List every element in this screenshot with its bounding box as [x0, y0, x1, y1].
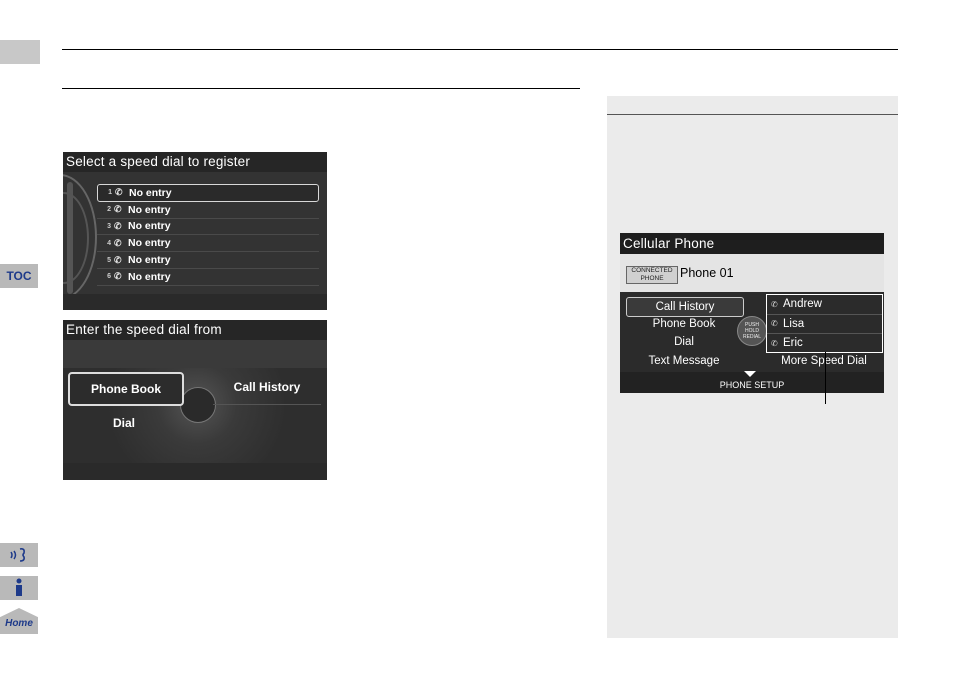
chevron-down-icon[interactable] [744, 371, 756, 377]
row-label: No entry [128, 220, 171, 233]
phone-icon: ✆ [115, 187, 123, 198]
phone-icon: ✆ [771, 299, 778, 309]
speed-dial-list: 1 ✆ No entry 2 ✆ No entry 3 ✆ No entry 4 ✆ No en… [97, 184, 319, 286]
header-rule [62, 49, 898, 50]
speed-dial-name: Lisa [783, 317, 805, 330]
phone-icon: ✆ [771, 319, 778, 329]
home-button[interactable]: Home [0, 608, 38, 634]
row-number: 3 [107, 222, 111, 230]
divider [213, 404, 321, 405]
info-button[interactable] [0, 576, 38, 600]
row-label: No entry [128, 270, 171, 283]
screen-title: Cellular Phone [620, 233, 884, 254]
speed-dial-row[interactable]: 4 ✆ No entry [97, 235, 319, 253]
speed-dial-list: ✆ Andrew ✆ Lisa ✆ Eric [766, 294, 883, 353]
cellular-phone-screen: Cellular Phone CONNECTED PHONE Phone 01 … [620, 233, 884, 393]
speed-dial-entry[interactable]: ✆ Andrew [767, 295, 882, 315]
screen-title: Enter the speed dial from [63, 320, 327, 340]
screen-footer [63, 294, 327, 310]
row-number: 5 [107, 256, 111, 264]
voice-command-icon [10, 548, 25, 562]
phone-book-button[interactable]: Phone Book [68, 372, 184, 406]
phone-name: Phone 01 [680, 266, 734, 280]
row-number: 6 [107, 273, 111, 281]
phone-icon: ✆ [771, 338, 778, 348]
toc-button[interactable]: TOC [0, 264, 38, 288]
phone-book-button[interactable]: Phone Book [626, 315, 742, 333]
screen-title: Select a speed dial to register [63, 152, 327, 172]
speed-dial-name: Eric [783, 337, 803, 350]
phone-icon: ✆ [114, 237, 122, 248]
call-history-button[interactable]: Call History [213, 372, 321, 402]
row-label: No entry [128, 254, 171, 267]
phone-icon: ✆ [114, 271, 122, 282]
chapter-tab [0, 40, 40, 64]
notes-panel-rule [607, 114, 898, 115]
more-speed-dial-button[interactable]: More Speed Dial [766, 352, 882, 370]
callout-line [825, 352, 826, 404]
speed-dial-name: Andrew [783, 298, 822, 311]
phone-icon: ✆ [114, 204, 122, 215]
phone-setup-link[interactable]: PHONE SETUP [620, 380, 884, 390]
connected-phone-badge: CONNECTED PHONE [626, 266, 678, 284]
speed-dial-entry[interactable]: ✆ Eric [767, 334, 882, 353]
speed-dial-select-screen: Select a speed dial to register 1 ✆ No ent… [63, 152, 327, 310]
row-number: 1 [108, 189, 112, 197]
speed-dial-row[interactable]: 6 ✆ No entry [97, 269, 319, 286]
toc-label: TOC [6, 269, 32, 283]
section-rule [62, 88, 580, 89]
speed-dial-row[interactable]: 1 ✆ No entry [97, 184, 319, 202]
speed-dial-source-screen: Enter the speed dial from Phone Book Cal… [63, 320, 327, 480]
row-label: No entry [128, 237, 171, 250]
home-label: Home [5, 617, 33, 629]
info-icon [16, 578, 22, 596]
speed-dial-row[interactable]: 3 ✆ No entry [97, 219, 319, 236]
redial-label: PUSH HOLD REDIAL [742, 322, 762, 340]
screen-footer [63, 463, 327, 480]
row-label: No entry [128, 203, 171, 216]
text-message-button[interactable]: Text Message [626, 352, 742, 370]
row-label: No entry [129, 186, 172, 199]
speed-dial-row[interactable]: 2 ✆ No entry [97, 202, 319, 219]
connected-phone-bar: CONNECTED PHONE Phone 01 [620, 254, 884, 292]
row-number: 2 [107, 206, 111, 214]
voice-command-button[interactable] [0, 543, 38, 567]
dial-button[interactable]: Dial [68, 408, 180, 438]
header-band [63, 340, 327, 368]
interface-dial-knob [180, 387, 216, 423]
phone-icon: ✆ [114, 220, 122, 231]
dial-button[interactable]: Dial [626, 333, 742, 351]
phone-icon: ✆ [114, 254, 122, 265]
call-history-button[interactable]: Call History [626, 297, 744, 317]
redial-knob[interactable]: PUSH HOLD REDIAL [737, 316, 767, 346]
speed-dial-entry[interactable]: ✆ Lisa [767, 315, 882, 334]
speed-dial-row[interactable]: 5 ✆ No entry [97, 252, 319, 269]
row-number: 4 [107, 239, 111, 247]
